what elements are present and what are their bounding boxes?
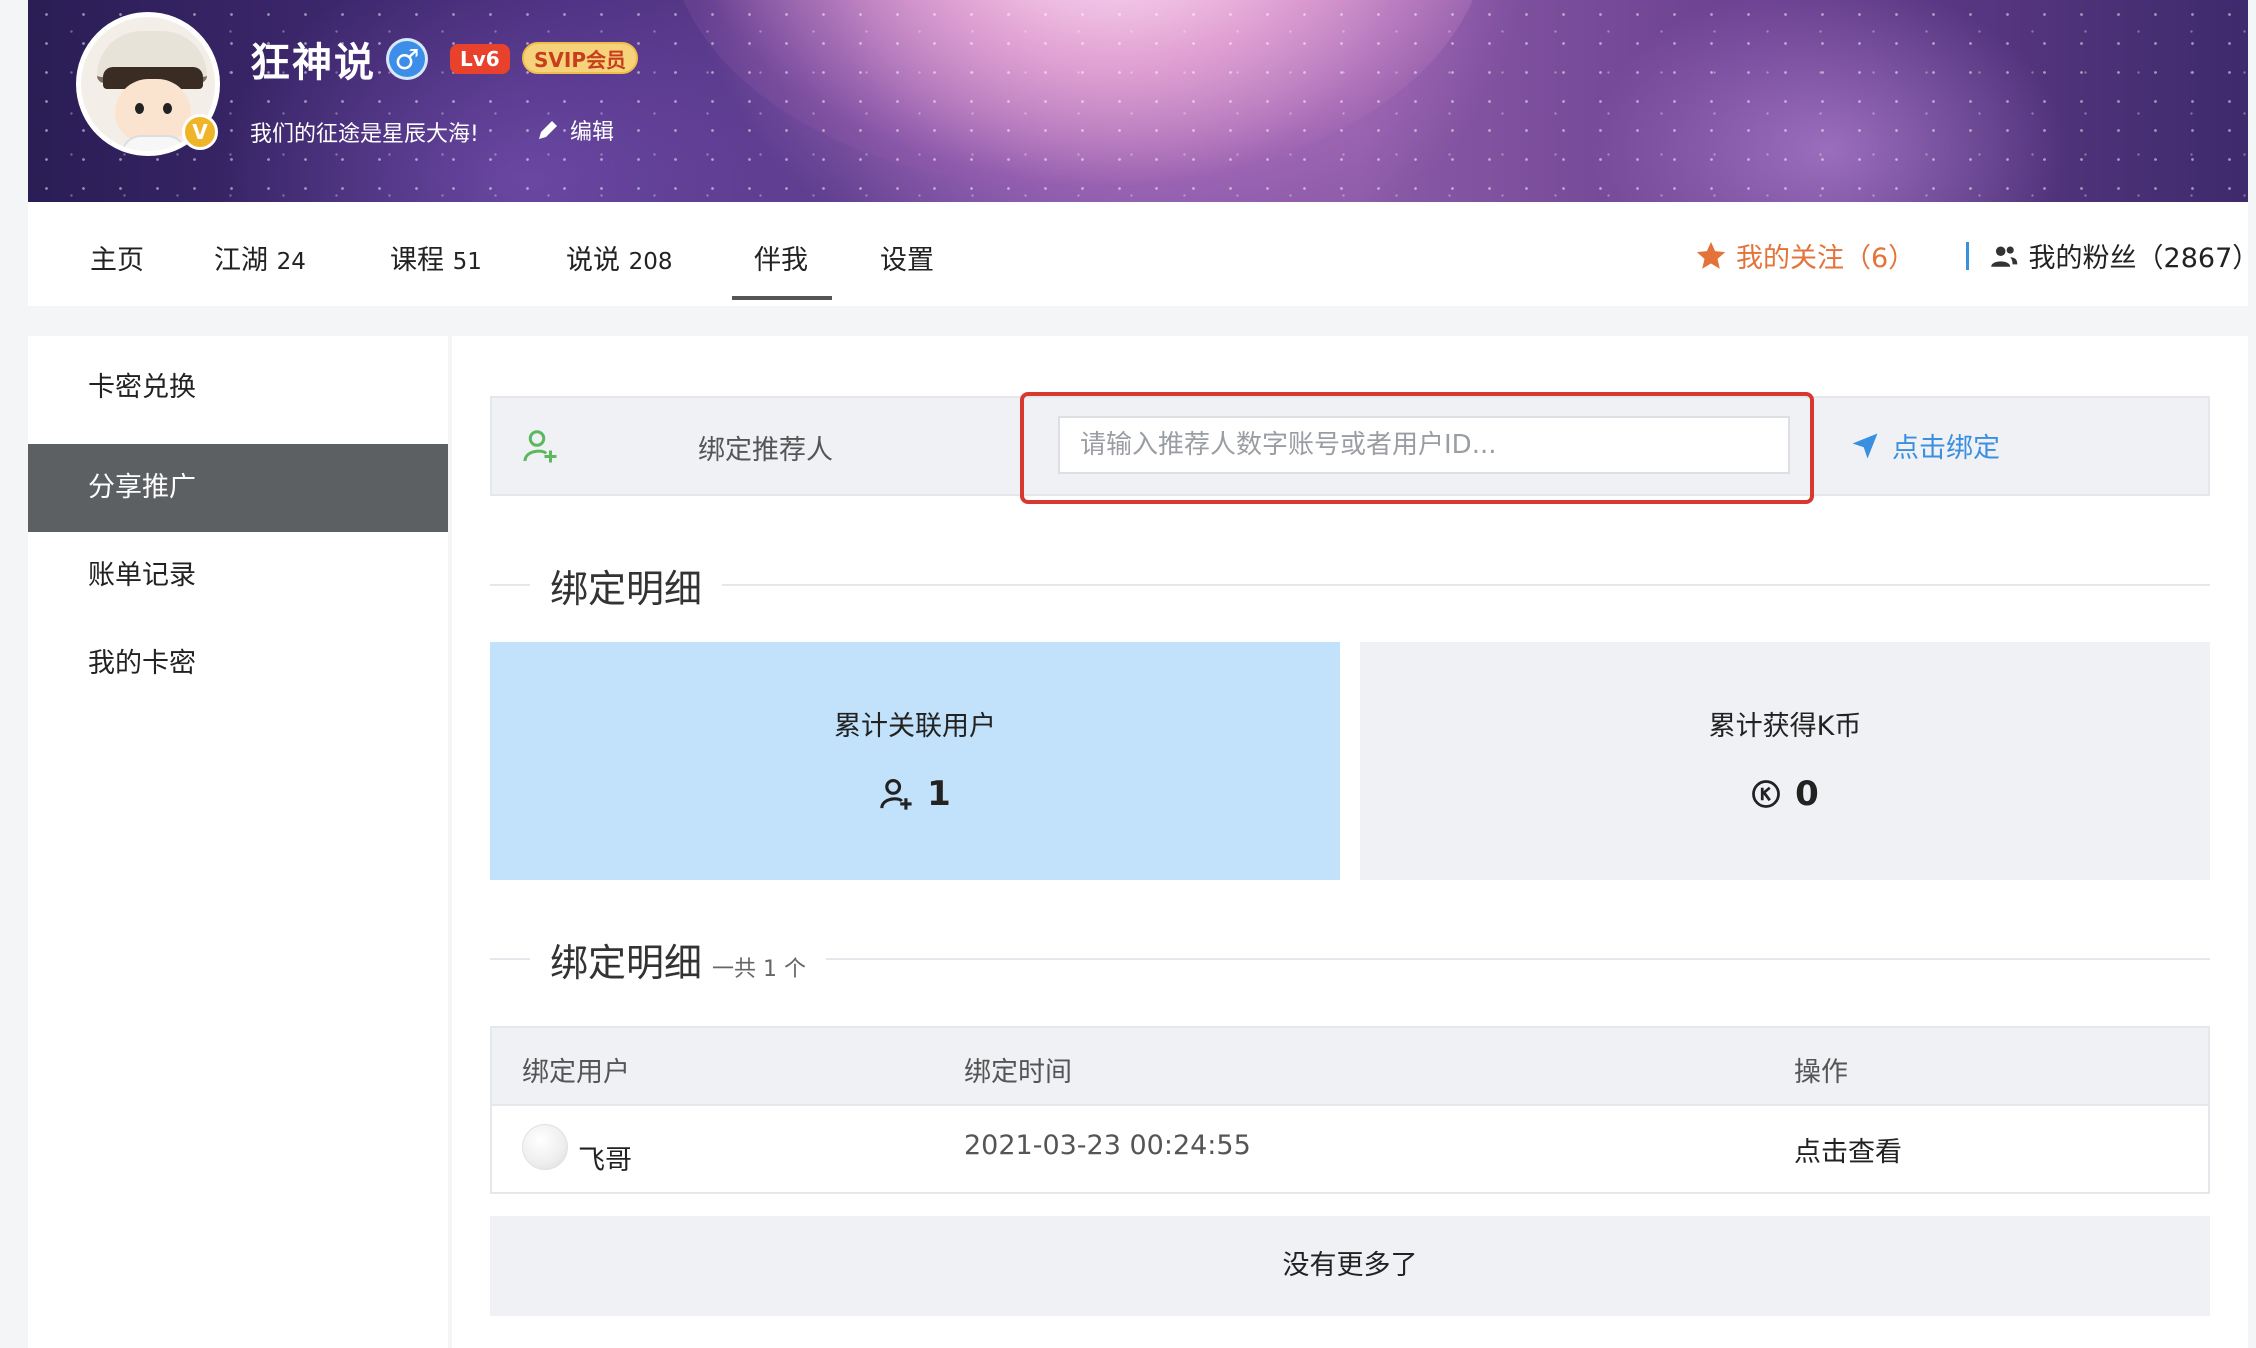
tab-courses[interactable]: 课程 51 bbox=[390, 238, 482, 277]
follow-label: 我的关注（6） bbox=[1736, 243, 1916, 274]
sidebar-item-share-promote[interactable]: 分享推广 bbox=[28, 444, 448, 532]
active-tab-indicator bbox=[732, 296, 832, 300]
sidebar: 卡密兑换 分享推广 账单记录 我的卡密 bbox=[28, 336, 448, 1348]
add-user-icon bbox=[523, 430, 557, 463]
binding-detail-title: 绑定明细 bbox=[530, 558, 723, 613]
user-avatar[interactable] bbox=[522, 1124, 568, 1170]
stat-linked-users: 累计关联用户 1 bbox=[490, 642, 1340, 880]
sidebar-item-bill-records[interactable]: 账单记录 bbox=[28, 532, 448, 620]
tab-posts[interactable]: 说说 208 bbox=[566, 238, 673, 277]
edit-profile-button[interactable]: 编辑 bbox=[536, 114, 614, 146]
binding-list-title: 绑定明细 一共 1 个 bbox=[530, 932, 826, 987]
tab-label: 主页 bbox=[90, 245, 144, 276]
highlight-annotation-box bbox=[1020, 392, 1814, 504]
stat-k-coins: 累计获得K币 0 bbox=[1360, 642, 2210, 880]
nav-divider bbox=[1966, 242, 1969, 270]
star-icon bbox=[1696, 241, 1726, 269]
bind-time: 2021-03-23 00:24:55 bbox=[964, 1130, 1251, 1161]
section-divider bbox=[490, 584, 2210, 586]
section-count: 一共 1 个 bbox=[712, 957, 806, 982]
col-action: 操作 bbox=[1794, 1057, 1848, 1088]
tab-label: 伴我 bbox=[754, 245, 808, 276]
tab-count: 24 bbox=[276, 249, 306, 275]
binding-table: 绑定用户 绑定时间 操作 飞哥 2021-03-23 00:24:55 点击查看 bbox=[490, 1026, 2210, 1194]
user-plus-icon bbox=[880, 778, 912, 810]
tab-banwo[interactable]: 伴我 bbox=[754, 238, 808, 277]
table-row: 飞哥 2021-03-23 00:24:55 点击查看 bbox=[492, 1106, 2208, 1192]
username: 狂神说 bbox=[250, 40, 376, 86]
tab-label: 课程 bbox=[390, 245, 444, 276]
no-more-footer: 没有更多了 bbox=[490, 1216, 2210, 1316]
k-coin-icon bbox=[1752, 780, 1781, 808]
stat-value-row: 0 bbox=[1360, 774, 2210, 814]
edit-label: 编辑 bbox=[570, 120, 615, 145]
svip-badge: SVIP会员 bbox=[522, 42, 638, 74]
section-title-text: 绑定明细 bbox=[550, 941, 703, 985]
my-fans-link[interactable]: 我的粉丝（2867） bbox=[1990, 236, 2256, 275]
col-bind-time: 绑定时间 bbox=[964, 1057, 1072, 1088]
tab-label: 设置 bbox=[880, 245, 934, 276]
bind-button-label: 点击绑定 bbox=[1892, 433, 2000, 464]
stat-label: 累计获得K币 bbox=[1708, 711, 1862, 742]
tab-label: 说说 bbox=[566, 245, 620, 276]
col-bound-user: 绑定用户 bbox=[522, 1057, 630, 1088]
bind-button[interactable]: 点击绑定 bbox=[1850, 426, 2000, 465]
male-gender-icon: ♂ bbox=[386, 38, 428, 80]
tab-jianghu[interactable]: 江湖 24 bbox=[214, 238, 306, 277]
users-icon bbox=[1991, 245, 2018, 267]
stat-label: 累计关联用户 bbox=[834, 711, 996, 742]
stat-value: 1 bbox=[927, 774, 951, 814]
tab-label: 江湖 bbox=[214, 245, 268, 276]
table-header: 绑定用户 绑定时间 操作 bbox=[492, 1028, 2208, 1106]
profile-nav: 主页 江湖 24 课程 51 说说 208 伴我 设置 我的关注（6） 我的粉丝… bbox=[28, 202, 2256, 306]
fans-label: 我的粉丝（2867） bbox=[2028, 243, 2256, 274]
tab-count: 51 bbox=[452, 249, 482, 275]
sidebar-item-card-redeem[interactable]: 卡密兑换 bbox=[28, 344, 448, 432]
tab-count: 208 bbox=[628, 249, 673, 275]
stat-value-row: 1 bbox=[490, 774, 1340, 814]
level-badge: Lv6 bbox=[450, 44, 510, 74]
my-follows-link[interactable]: 我的关注（6） bbox=[1694, 236, 1915, 275]
bound-user-name[interactable]: 飞哥 bbox=[578, 1138, 632, 1177]
verified-badge: V bbox=[182, 114, 218, 150]
view-details-link[interactable]: 点击查看 bbox=[1794, 1130, 1902, 1169]
bind-referrer-label: 绑定推荐人 bbox=[698, 435, 833, 466]
sidebar-item-my-cards[interactable]: 我的卡密 bbox=[28, 620, 448, 708]
tab-home[interactable]: 主页 bbox=[90, 238, 144, 277]
stat-value: 0 bbox=[1795, 774, 1819, 814]
pencil-icon bbox=[539, 121, 557, 139]
send-arrow-icon bbox=[1852, 433, 1878, 458]
tab-settings[interactable]: 设置 bbox=[880, 238, 934, 277]
profile-motto: 我们的征途是星辰大海! bbox=[250, 122, 479, 147]
